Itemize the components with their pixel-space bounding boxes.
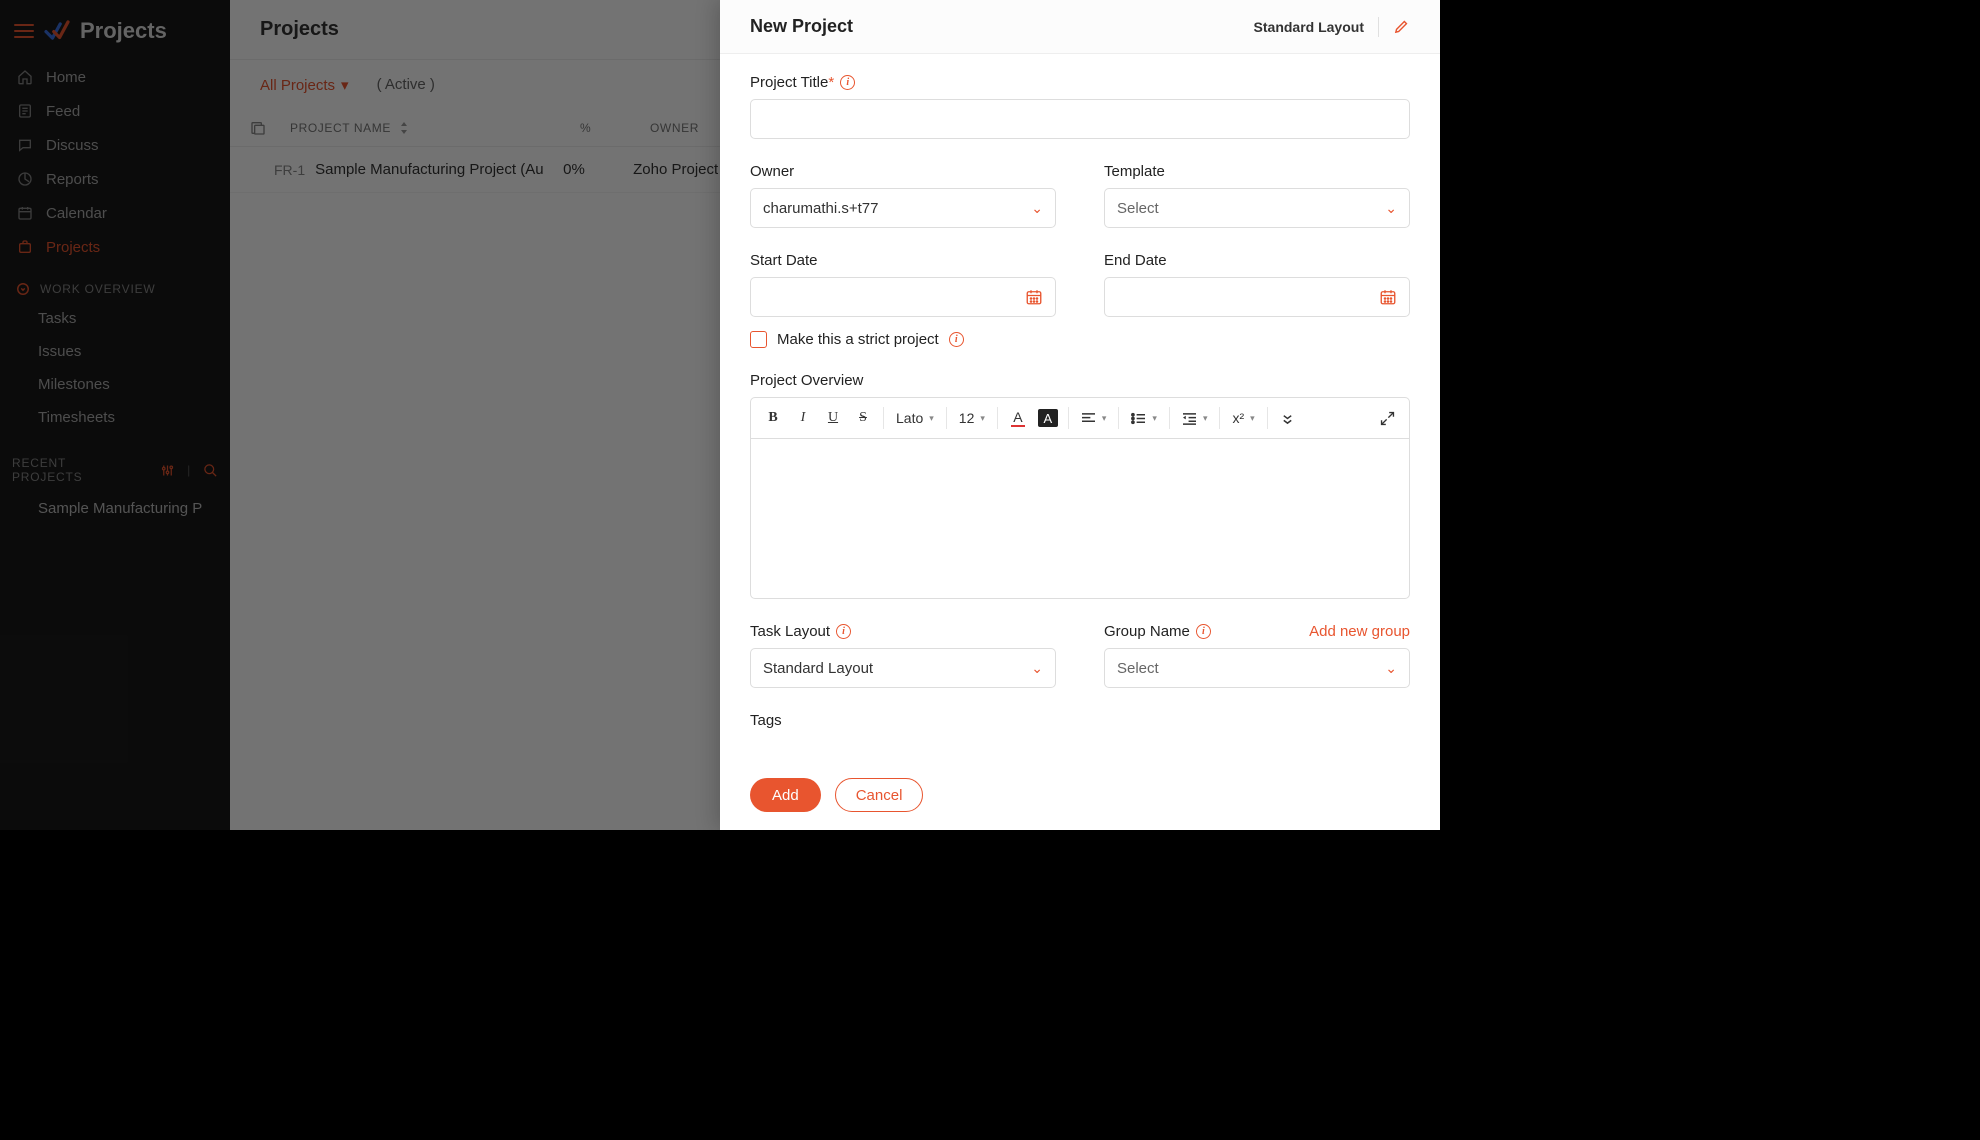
text-color-button[interactable]: A — [1004, 404, 1032, 432]
tags-label: Tags — [750, 712, 1410, 729]
end-date-label: End Date — [1104, 252, 1410, 269]
add-button[interactable]: Add — [750, 778, 821, 812]
label-text: Group Name — [1104, 623, 1190, 640]
overview-textarea[interactable] — [750, 439, 1410, 599]
info-icon[interactable]: i — [1196, 624, 1211, 639]
richtext-toolbar: B I U S Lato▾ 12▾ A A ▾ ▾ ▾ — [750, 397, 1410, 439]
list-button[interactable]: ▾ — [1125, 412, 1163, 425]
panel-title: New Project — [750, 16, 853, 37]
underline-button[interactable]: U — [819, 404, 847, 432]
script-button[interactable]: x²▾ — [1226, 410, 1260, 426]
template-select[interactable]: Select ⌄ — [1104, 188, 1410, 228]
font-family-select[interactable]: Lato▾ — [890, 410, 940, 426]
strict-project-checkbox[interactable] — [750, 331, 767, 348]
start-date-input[interactable] — [750, 277, 1056, 317]
align-button[interactable]: ▾ — [1075, 412, 1113, 425]
chevron-down-icon: ⌄ — [1385, 200, 1397, 217]
font-size-select[interactable]: 12▾ — [953, 410, 991, 426]
owner-select[interactable]: charumathi.s+t77 ⌄ — [750, 188, 1056, 228]
script-value: x² — [1232, 410, 1244, 426]
size-value: 12 — [959, 410, 975, 426]
strict-project-row: Make this a strict project i — [750, 331, 1410, 348]
more-tools-button[interactable] — [1274, 404, 1302, 432]
overview-label: Project Overview — [750, 372, 1410, 389]
edit-layout-icon[interactable] — [1393, 18, 1410, 35]
chevron-down-icon: ⌄ — [1031, 200, 1043, 217]
fullscreen-button[interactable] — [1373, 404, 1401, 432]
template-label: Template — [1104, 163, 1410, 180]
label-text: Task Layout — [750, 623, 830, 640]
add-new-group-link[interactable]: Add new group — [1309, 623, 1410, 640]
info-icon[interactable]: i — [840, 75, 855, 90]
task-layout-label: Task Layout i — [750, 623, 1056, 640]
owner-value: charumathi.s+t77 — [763, 200, 878, 217]
project-title-label: Project Title* i — [750, 74, 1410, 91]
info-icon[interactable]: i — [949, 332, 964, 347]
chevron-down-icon: ⌄ — [1031, 660, 1043, 677]
template-value: Select — [1117, 200, 1159, 217]
layout-name: Standard Layout — [1254, 19, 1364, 35]
panel-footer: Add Cancel — [720, 772, 1440, 830]
end-date-input[interactable] — [1104, 277, 1410, 317]
bg-color-button[interactable]: A — [1034, 404, 1062, 432]
group-name-value: Select — [1117, 660, 1159, 677]
font-value: Lato — [896, 410, 923, 426]
start-date-label: Start Date — [750, 252, 1056, 269]
new-project-panel: New Project Standard Layout Project Titl… — [720, 0, 1440, 830]
owner-label: Owner — [750, 163, 1056, 180]
task-layout-select[interactable]: Standard Layout ⌄ — [750, 648, 1056, 688]
group-name-select[interactable]: Select ⌄ — [1104, 648, 1410, 688]
chevron-down-icon: ⌄ — [1385, 660, 1397, 677]
group-name-label: Group Name i Add new group — [1104, 623, 1410, 640]
calendar-icon — [1379, 288, 1397, 306]
label-text: Project Title — [750, 74, 828, 91]
italic-button[interactable]: I — [789, 404, 817, 432]
strict-project-label: Make this a strict project — [777, 331, 939, 348]
bold-button[interactable]: B — [759, 404, 787, 432]
task-layout-value: Standard Layout — [763, 660, 873, 677]
project-title-input[interactable] — [750, 99, 1410, 139]
panel-header: New Project Standard Layout — [720, 0, 1440, 54]
strike-button[interactable]: S — [849, 404, 877, 432]
indent-button[interactable]: ▾ — [1176, 412, 1214, 425]
calendar-icon — [1025, 288, 1043, 306]
panel-body: Project Title* i Owner charumathi.s+t77 … — [720, 54, 1440, 772]
divider — [1378, 17, 1379, 37]
cancel-button[interactable]: Cancel — [835, 778, 924, 812]
info-icon[interactable]: i — [836, 624, 851, 639]
